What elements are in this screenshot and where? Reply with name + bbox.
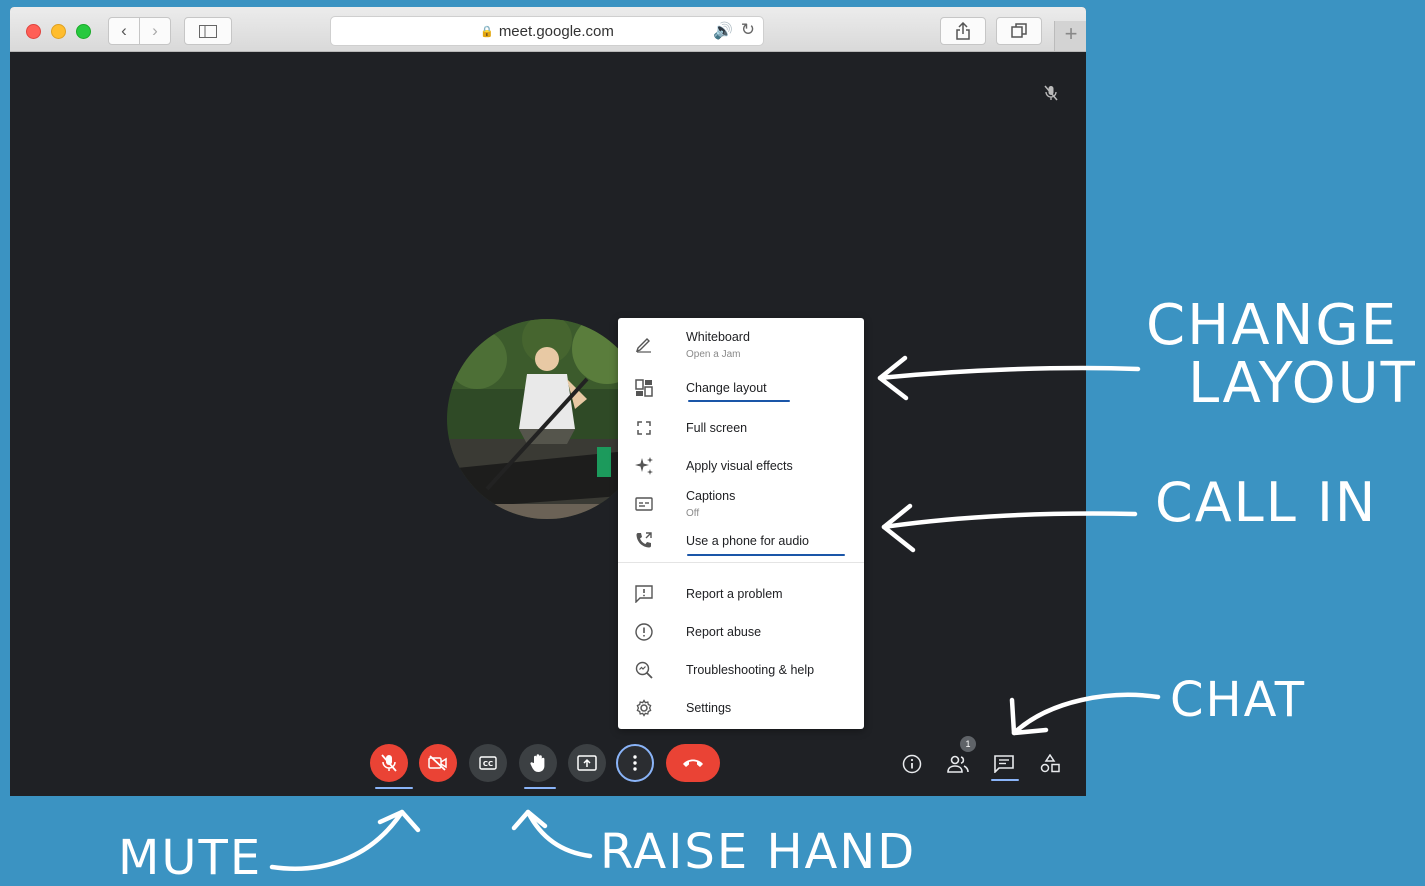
annotation-layout: LAYOUT (1188, 351, 1417, 416)
call-in-arrow (881, 511, 1138, 530)
annotation-call-in: CALL IN (1155, 471, 1378, 534)
annotation-change: CHANGE (1146, 293, 1399, 358)
raise-hand-arrowhead (511, 809, 548, 831)
call-in-arrowhead (881, 503, 916, 553)
chat-arrow (1011, 692, 1161, 736)
change-layout-arrow (877, 365, 1141, 381)
annotation-raise-hand: RAISE HAND (600, 824, 917, 880)
mute-arrowhead (377, 809, 421, 833)
annotation-arrows (269, 355, 1161, 871)
annotation-chat: CHAT (1170, 672, 1307, 728)
annotation-mute: MUTE (118, 830, 263, 886)
